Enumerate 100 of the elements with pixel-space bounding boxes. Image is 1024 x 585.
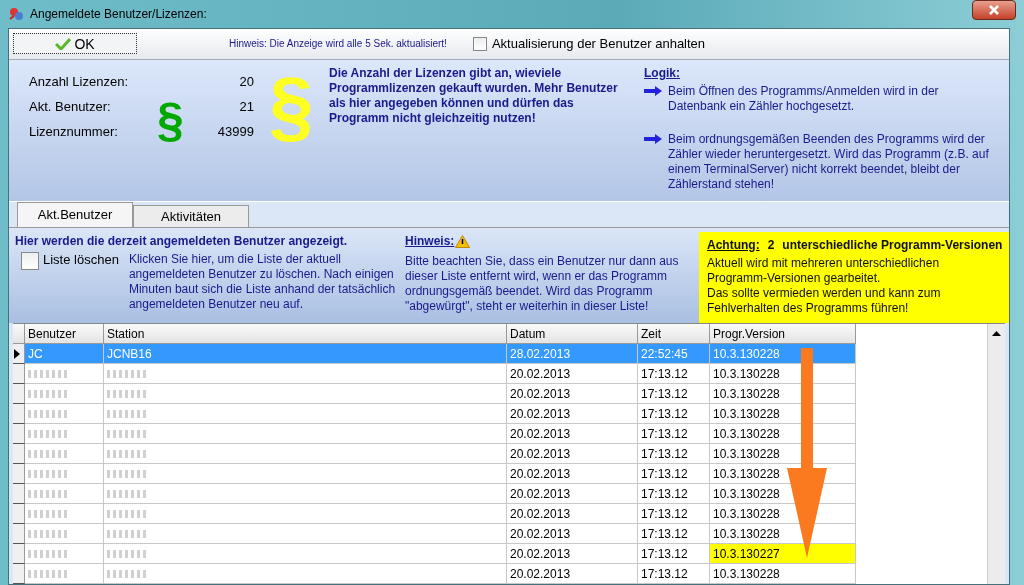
table-cell: 28.02.2013: [507, 344, 638, 364]
table-cell: 10.3.130228: [710, 524, 856, 544]
table-cell: 20.02.2013: [507, 364, 638, 384]
table-cell: 10.3.130228: [710, 424, 856, 444]
checkmark-icon: [55, 37, 72, 51]
blurred-text: [107, 429, 147, 438]
field-value: 43999: [216, 123, 254, 139]
refresh-hint: Hinweis: Die Anzeige wird alle 5 Sek. aktualisiert!: [229, 38, 447, 50]
table-cell: 17:13.12: [638, 364, 710, 384]
row-header[interactable]: [13, 464, 25, 484]
blurred-text: [107, 369, 147, 378]
table-cell: 17:13.12: [638, 464, 710, 484]
scroll-up-icon: [992, 330, 1001, 336]
table-cell: 17:13.12: [638, 544, 710, 564]
warning-icon: [455, 234, 471, 248]
field-label: Akt. Benutzer:: [29, 98, 112, 114]
table-cell: 10.3.130228: [710, 444, 856, 464]
column-header[interactable]: Zeit: [638, 324, 710, 344]
row-header[interactable]: [13, 504, 25, 524]
table-cell: 20.02.2013: [507, 424, 638, 444]
table-cell: 20.02.2013: [507, 504, 638, 524]
blurred-text: [107, 449, 147, 458]
row-header[interactable]: [13, 564, 25, 584]
table-cell: 17:13.12: [638, 404, 710, 424]
hint-text: Bitte beachten Sie, dass ein Benutzer nur dann aus dieser Liste entfernt wird, wenn er das Programm ordnungsgemäß beendet. Wird das Programm "abgewürgt", steht er weiterhin in dieser Liste!: [405, 253, 679, 313]
paragraph-mark: §: [157, 95, 184, 144]
table-cell: 17:13.12: [638, 424, 710, 444]
tab[interactable]: Akt.Benutzer: [17, 201, 133, 227]
table-cell: 10.3.130227: [710, 544, 856, 564]
warning-text: Das sollte vermieden werden und kann zum Fehlverhalten des Programms führen!: [707, 285, 942, 316]
row-header[interactable]: [13, 524, 25, 544]
arrow-icon: [644, 133, 662, 144]
checkbox-label: Aktualisierung der Benutzer anhalten: [491, 36, 706, 52]
close-button[interactable]: [972, 0, 1016, 20]
column-header[interactable]: Station: [104, 324, 507, 344]
table-cell: 17:13.12: [638, 484, 710, 504]
blurred-text: [107, 569, 147, 578]
checkbox[interactable]: [472, 36, 487, 51]
table-cell: 20.02.2013: [507, 404, 638, 424]
table-cell: 17:13.12: [638, 384, 710, 404]
row-header[interactable]: [13, 444, 25, 464]
row-header[interactable]: [13, 404, 25, 424]
field-label: Lizenznummer:: [29, 123, 119, 139]
row-header[interactable]: [13, 384, 25, 404]
table-cell: 20.02.2013: [507, 564, 638, 584]
field-value: 20: [238, 73, 254, 89]
hint-title: Hinweis:: [405, 233, 455, 249]
table-cell: 20.02.2013: [507, 524, 638, 544]
field-label: Anzahl Lizenzen:: [29, 73, 129, 89]
warning-title: unterschiedliche Programm-Versionen: [782, 237, 1003, 253]
logic-text: Beim Öffnen des Programms/Anmelden wird in der Datenbank ein Zähler hochgesetzt.: [668, 83, 940, 114]
blurred-text: [107, 489, 147, 498]
table-cell: 20.02.2013: [507, 464, 638, 484]
checkbox-label: Liste löschen: [43, 251, 119, 267]
table-cell: 20.02.2013: [507, 444, 638, 464]
ok-button[interactable]: OK: [13, 33, 137, 55]
field-value: 21: [238, 98, 254, 114]
app-icon: [8, 6, 24, 22]
checkbox[interactable]: [21, 251, 39, 270]
version-count: 2: [767, 237, 775, 253]
row-header[interactable]: [13, 544, 25, 564]
row-header[interactable]: [13, 484, 25, 504]
blurred-text: [107, 389, 147, 398]
table-cell: 17:13.12: [638, 524, 710, 544]
table-cell: 10.3.130228: [710, 384, 856, 404]
license-text: Die Anzahl der Lizenzen gibt an, wieviele Programmlizenzen gekauft wurden. Mehr Benutzer als hier angegeben können und dürfen das Programm nicht gleichzeitig nutzen!: [329, 65, 619, 126]
row-header[interactable]: [13, 364, 25, 384]
tab[interactable]: Aktivitäten: [133, 204, 249, 227]
table-cell: 10.3.130228: [710, 564, 856, 584]
table-cell: JC: [25, 344, 104, 364]
logic-text: Beim ordnungsgemäßen Beenden des Programms wird der Zähler wieder heruntergesetzt. Wird das Programm (z.B. auf einem TerminalServer) nicht korrekt beendet, bleibt der Zählerstand stehen!: [668, 131, 989, 192]
table-cell: 20.02.2013: [507, 384, 638, 404]
row-header[interactable]: [13, 344, 25, 364]
warning-label: Achtung:: [707, 237, 760, 253]
table-cell: 20.02.2013: [507, 544, 638, 564]
table-cell: 17:13.12: [638, 444, 710, 464]
table-cell: 22:52:45: [638, 344, 710, 364]
table-cell: 17:13.12: [638, 564, 710, 584]
table-cell: 10.3.130228: [710, 344, 856, 364]
table-cell: 17:13.12: [638, 504, 710, 524]
paragraph-mark: §: [269, 65, 314, 146]
clear-description: Klicken Sie hier, um die Liste der aktuell angemeldeten Benutzer zu löschen. Nach einigen Minuten baut sich die Liste anhand der tatsächlich angemeldeten Benutzer neu auf.: [128, 251, 397, 312]
column-header[interactable]: Progr.Version: [710, 324, 856, 344]
blurred-text: [107, 549, 147, 558]
table-cell: 10.3.130228: [710, 404, 856, 424]
scrollbar[interactable]: [987, 324, 1005, 584]
warning-text: Aktuell wird mit mehreren unterschiedlichen Programm-Versionen gearbeitet.: [707, 255, 941, 286]
table-cell: JCNB16: [104, 344, 507, 364]
row-pointer-icon: [13, 348, 20, 359]
column-header[interactable]: Benutzer: [25, 324, 104, 344]
logic-title: Logik:: [644, 65, 681, 80]
table-cell: 10.3.130228: [710, 364, 856, 384]
close-icon: [988, 5, 1000, 15]
blurred-text: [107, 469, 147, 478]
blurred-text: [107, 409, 147, 418]
window-title: Angemeldete Benutzer/Lizenzen:: [30, 7, 208, 21]
column-header[interactable]: Datum: [507, 324, 638, 344]
blurred-text: [107, 509, 147, 518]
table-cell: 20.02.2013: [507, 484, 638, 504]
row-header[interactable]: [13, 424, 25, 444]
